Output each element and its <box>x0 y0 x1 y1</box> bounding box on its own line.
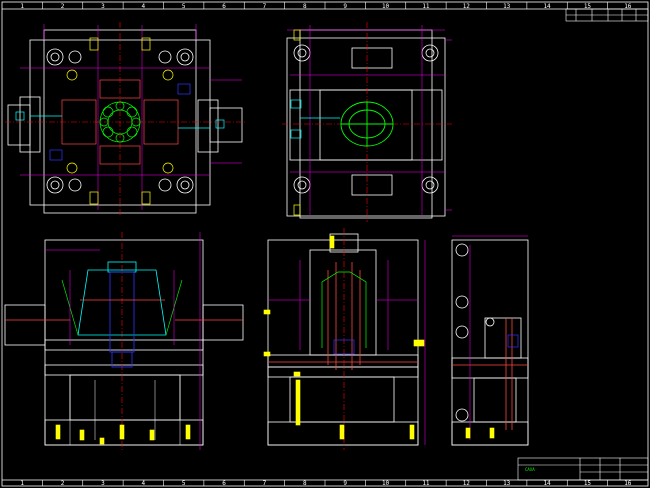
column-label: 5 <box>182 480 186 487</box>
column-label: 8 <box>303 3 307 10</box>
section-view-center <box>263 228 426 450</box>
column-label: 14 <box>543 480 551 487</box>
column-label: 16 <box>624 480 632 487</box>
column-label: 13 <box>503 480 511 487</box>
column-label: 9 <box>343 3 347 10</box>
column-label: 2 <box>61 480 65 487</box>
column-label: 6 <box>222 480 226 487</box>
plan-view-moving-half <box>5 22 245 215</box>
column-label: 6 <box>222 3 226 10</box>
column-label: 10 <box>382 480 390 487</box>
plan-view-fixed-half <box>282 22 452 222</box>
title-block: CAXA <box>517 457 649 481</box>
column-label: 7 <box>263 480 267 487</box>
column-label: 3 <box>101 480 105 487</box>
revision-table <box>565 8 649 22</box>
column-label: 5 <box>182 3 186 10</box>
column-label: 2 <box>61 3 65 10</box>
column-label: 11 <box>422 3 430 10</box>
column-label: 3 <box>101 3 105 10</box>
column-ticks-top <box>42 2 608 9</box>
column-label: 12 <box>463 480 471 487</box>
section-view-left <box>4 232 244 450</box>
column-label: 4 <box>142 3 146 10</box>
column-label: 11 <box>422 480 430 487</box>
column-label: 13 <box>503 3 511 10</box>
column-label: 1 <box>20 3 24 10</box>
column-label: 10 <box>382 3 390 10</box>
column-label: 14 <box>543 3 551 10</box>
sheet-frame <box>1 1 649 487</box>
column-label: 1 <box>20 480 24 487</box>
title-block-company: CAXA <box>525 467 535 472</box>
column-label: 9 <box>343 480 347 487</box>
column-label: 4 <box>142 480 146 487</box>
column-label: 15 <box>584 480 592 487</box>
cad-drawing-sheet: 1 2 3 4 5 6 7 8 9 10 11 12 13 14 15 16 1 2 3 4 5 6 7 8 9 10 11 12 1… <box>1 1 649 487</box>
column-ticks-bottom <box>42 480 608 486</box>
column-label: 12 <box>463 3 471 10</box>
column-label: 8 <box>303 480 307 487</box>
column-label: 7 <box>263 3 267 10</box>
side-view-right <box>451 235 529 446</box>
